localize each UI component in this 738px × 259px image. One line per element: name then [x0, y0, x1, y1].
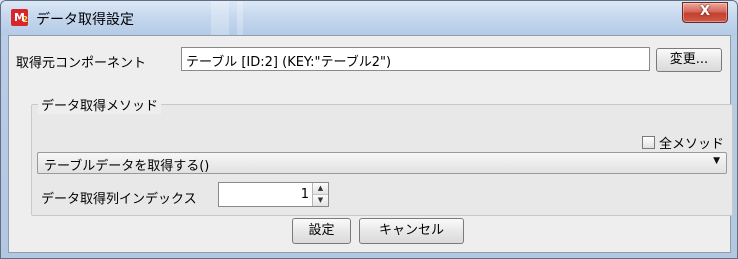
method-group-box: 全メソッド テーブルデータを取得する() ▼ データ取得列インデックス 1 ▲ … — [31, 104, 733, 216]
cancel-button[interactable]: キャンセル — [359, 218, 464, 244]
ok-button[interactable]: 設定 — [292, 218, 351, 244]
source-label: 取得元コンポーネント — [16, 56, 147, 71]
chevron-down-icon[interactable]: ▼ — [713, 156, 720, 166]
index-label: データ取得列インデックス — [41, 192, 197, 207]
dialog-window: M 2 データ取得設定 X 取得元コンポーネント テーブル [ID:2] (KE… — [0, 0, 738, 259]
dialog-content: 取得元コンポーネント テーブル [ID:2] (KEY:"テーブル2") 変更.… — [8, 35, 733, 253]
source-component-field[interactable]: テーブル [ID:2] (KEY:"テーブル2") — [181, 47, 650, 71]
index-value[interactable]: 1 — [301, 187, 309, 202]
spin-down-icon[interactable]: ▼ — [313, 195, 328, 206]
method-group-title: データ取得メソッド — [38, 95, 162, 114]
app-icon-subscript: 2 — [22, 15, 28, 24]
window-title: データ取得設定 — [36, 12, 134, 28]
source-row: 取得元コンポーネント テーブル [ID:2] (KEY:"テーブル2") 変更.… — [9, 36, 730, 86]
title-bar-highlight — [237, 1, 243, 35]
close-button[interactable]: X — [682, 2, 728, 23]
spin-up-icon[interactable]: ▲ — [313, 183, 328, 195]
close-icon: X — [699, 4, 711, 19]
method-select-value: テーブルデータを取得する() — [44, 159, 210, 174]
change-button[interactable]: 変更... — [656, 48, 722, 72]
checkbox-icon[interactable] — [641, 136, 655, 149]
title-bar[interactable]: M 2 データ取得設定 X — [1, 1, 737, 35]
method-select[interactable]: テーブルデータを取得する() ▼ — [37, 152, 727, 174]
app-icon: M 2 — [11, 9, 28, 26]
all-methods-label: 全メソッド — [658, 137, 724, 152]
index-spinner[interactable]: 1 ▲ ▼ — [218, 182, 329, 207]
spinner-buttons: ▲ ▼ — [312, 183, 328, 206]
title-bar-highlight — [211, 1, 229, 35]
all-methods-checkbox[interactable]: 全メソッド — [641, 133, 724, 152]
